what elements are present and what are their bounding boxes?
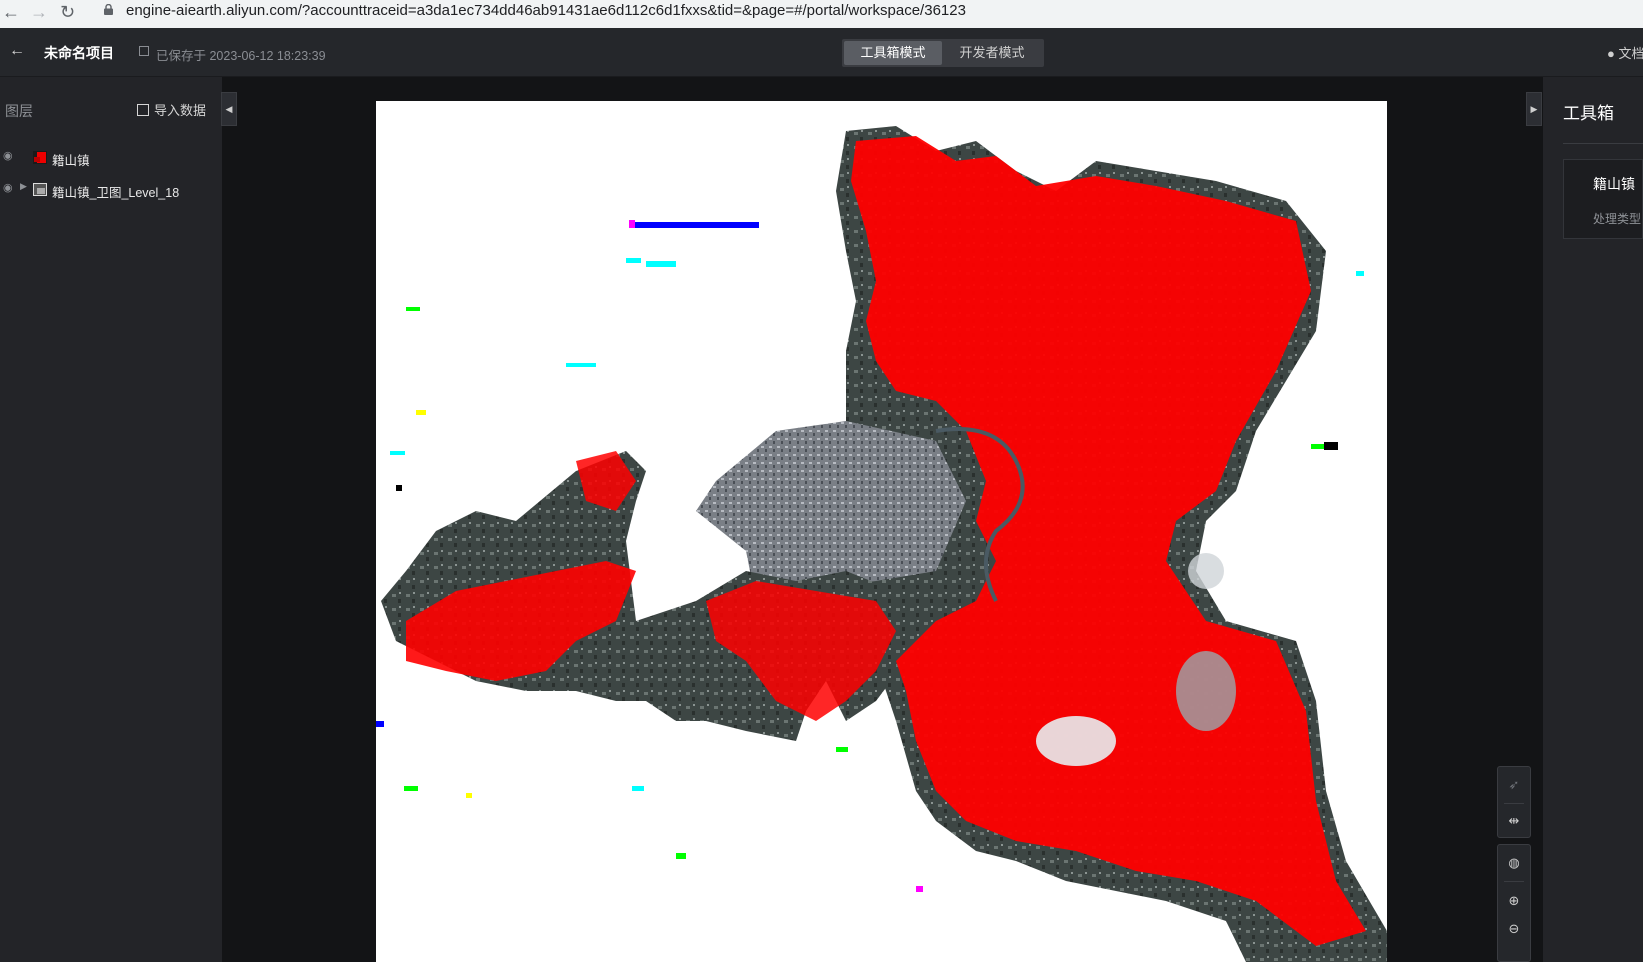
eye-icon[interactable]: ◉ xyxy=(3,181,13,194)
collapse-left-panel-button[interactable]: ◀ xyxy=(221,92,237,126)
import-data-button[interactable]: 导入数据 xyxy=(137,100,206,119)
tab-developer-mode[interactable]: 开发者模式 xyxy=(942,39,1042,67)
map-canvas[interactable] xyxy=(376,101,1387,962)
artifact-mark xyxy=(416,410,426,415)
app-header: ← 未命名项目 已保存于 2023-06-12 18:23:39 工具箱模式 开… xyxy=(0,28,1643,77)
zoom-in-icon[interactable]: ⊕ xyxy=(1498,887,1530,915)
browser-reload-icon[interactable]: ↻ xyxy=(60,2,75,23)
lake-area xyxy=(1176,651,1236,731)
layer-thumbnail xyxy=(33,151,47,164)
artifact-mark xyxy=(466,793,472,798)
lightbulb-icon: ● xyxy=(1607,46,1615,61)
browser-forward-icon[interactable]: → xyxy=(30,2,48,23)
layer-item[interactable]: ◉ ▶ 籍山镇_卫图_Level_18 xyxy=(0,177,222,203)
layer-name: 籍山镇 xyxy=(52,154,90,168)
url-text[interactable]: engine-aiearth.aliyun.com/?accounttracei… xyxy=(126,2,966,19)
saved-timestamp: 已保存于 2023-06-12 18:23:39 xyxy=(156,49,326,63)
divider xyxy=(1563,143,1643,144)
artifact-mark xyxy=(390,451,405,455)
toolbox-card-subtitle: 处理类型 xyxy=(1593,212,1642,226)
artifact-mark xyxy=(836,747,848,752)
artifact-mark xyxy=(676,853,686,859)
browser-back-icon[interactable]: ← xyxy=(2,2,20,23)
tab-toolbox-mode[interactable]: 工具箱模式 xyxy=(844,41,942,65)
project-name[interactable]: 未命名项目 xyxy=(44,43,114,63)
artifact-mark xyxy=(632,786,644,791)
collapse-right-panel-button[interactable]: ▶ xyxy=(1526,92,1542,126)
cloud-patch xyxy=(1036,716,1116,766)
split-view-icon[interactable]: ⇹ xyxy=(1498,807,1530,835)
artifact-mark xyxy=(916,886,923,892)
toolbox-title: 工具箱 xyxy=(1563,104,1614,123)
map-zoom-group: ◍ ⊕ ⊖ xyxy=(1497,844,1531,962)
layers-panel: 图层 导入数据 ◉ 籍山镇 ◉ ▶ 籍山镇_卫图_Level_18 xyxy=(0,77,222,962)
lock-icon xyxy=(104,4,113,15)
map-tools-group: ➶ ⇹ xyxy=(1497,766,1531,838)
save-icon xyxy=(139,46,149,56)
toolbox-panel: 工具箱 籍山镇 处理类型 xyxy=(1543,77,1643,962)
browser-address-bar: ← → ↻ engine-aiearth.aliyun.com/?account… xyxy=(0,0,1643,28)
artifact-mark xyxy=(629,222,759,228)
artifact-mark xyxy=(396,485,402,491)
artifact-mark xyxy=(1324,442,1338,450)
toolbox-card[interactable]: 籍山镇 处理类型 xyxy=(1563,159,1643,239)
zoom-out-icon[interactable]: ⊖ xyxy=(1498,915,1530,943)
arrow-left-icon[interactable]: ← xyxy=(9,42,25,60)
docs-link[interactable]: ● 文档 xyxy=(1607,43,1643,62)
artifact-mark xyxy=(646,261,676,267)
artifact-mark xyxy=(404,786,418,791)
layer-thumbnail xyxy=(33,183,47,196)
divider xyxy=(1504,881,1524,882)
expand-caret-icon[interactable]: ▶ xyxy=(20,181,27,192)
eye-icon[interactable]: ◉ xyxy=(3,149,13,162)
pointer-icon[interactable]: ➶ xyxy=(1498,771,1530,799)
artifact-mark xyxy=(566,363,596,367)
globe-icon[interactable]: ◍ xyxy=(1498,849,1530,877)
artifact-mark xyxy=(376,721,384,727)
artifact-mark xyxy=(1356,271,1364,276)
layer-name: 籍山镇_卫图_Level_18 xyxy=(52,186,180,200)
layer-item[interactable]: ◉ 籍山镇 xyxy=(0,145,222,171)
mode-switch: 工具箱模式 开发者模式 xyxy=(842,39,1044,67)
artifact-mark xyxy=(406,307,420,311)
layers-panel-title: 图层 xyxy=(5,103,33,119)
artifact-mark xyxy=(629,220,635,228)
toolbox-card-title: 籍山镇 xyxy=(1593,176,1635,192)
cloud-patch xyxy=(1188,553,1224,589)
artifact-mark xyxy=(626,258,641,263)
import-icon xyxy=(137,104,149,116)
divider xyxy=(1504,803,1524,804)
classification-map xyxy=(376,126,1387,962)
